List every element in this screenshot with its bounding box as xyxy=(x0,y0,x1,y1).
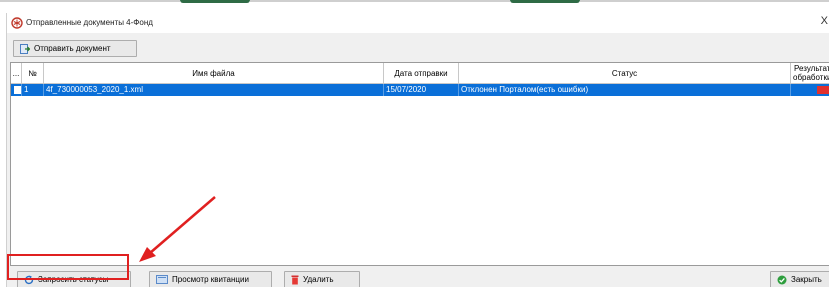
sent-documents-dialog: Отправленные документы 4-Фонд X Отправит… xyxy=(6,13,829,287)
column-header-result[interactable]: Результат обработки xyxy=(791,63,829,84)
view-receipts-label: Просмотр квитанции xyxy=(172,275,249,284)
receipt-view-icon xyxy=(156,275,168,284)
send-document-icon xyxy=(20,43,30,54)
view-receipts-button[interactable]: Просмотр квитанции xyxy=(149,271,272,287)
delete-button[interactable]: Удалить xyxy=(284,271,360,287)
column-header-number[interactable]: № xyxy=(22,63,44,84)
delete-label: Удалить xyxy=(303,275,334,284)
row-checkbox[interactable] xyxy=(14,86,21,94)
row-file-name: 4f_730000053_2020_1.xml xyxy=(44,84,384,96)
result-error-indicator xyxy=(817,86,829,94)
background-line xyxy=(0,0,180,2)
app-logo-icon xyxy=(11,17,23,29)
close-button[interactable]: Закрыть xyxy=(770,271,829,287)
dialog-titlebar: Отправленные документы 4-Фонд X xyxy=(7,13,829,33)
highlight-box xyxy=(7,254,129,280)
check-circle-icon xyxy=(777,275,787,284)
trash-icon xyxy=(291,275,299,284)
send-document-label: Отправить документ xyxy=(34,44,111,53)
column-header-status[interactable]: Статус xyxy=(459,63,791,84)
documents-table[interactable]: ... № Имя файла Дата отправки Статус Рез… xyxy=(10,62,829,266)
close-label: Закрыть xyxy=(791,275,822,284)
close-window-button[interactable]: X xyxy=(821,15,828,27)
background-green-tab xyxy=(510,0,580,3)
send-document-button[interactable]: Отправить документ xyxy=(13,40,137,57)
row-number: 1 xyxy=(22,84,44,96)
background-line xyxy=(250,0,510,2)
background-line xyxy=(580,0,829,2)
row-status: Отклонен Порталом(есть ошибки) xyxy=(459,84,791,96)
row-checkbox-cell[interactable] xyxy=(11,84,22,96)
column-header-file-name[interactable]: Имя файла xyxy=(44,63,384,84)
background-green-tab xyxy=(180,0,250,3)
table-row[interactable]: 1 4f_730000053_2020_1.xml 15/07/2020 Отк… xyxy=(11,84,829,96)
dialog-title: Отправленные документы 4-Фонд xyxy=(26,18,153,27)
column-header-sent-date[interactable]: Дата отправки xyxy=(384,63,459,84)
column-header-menu[interactable]: ... xyxy=(11,63,22,84)
background-app-strip xyxy=(0,0,829,12)
row-sent-date: 15/07/2020 xyxy=(384,84,459,96)
